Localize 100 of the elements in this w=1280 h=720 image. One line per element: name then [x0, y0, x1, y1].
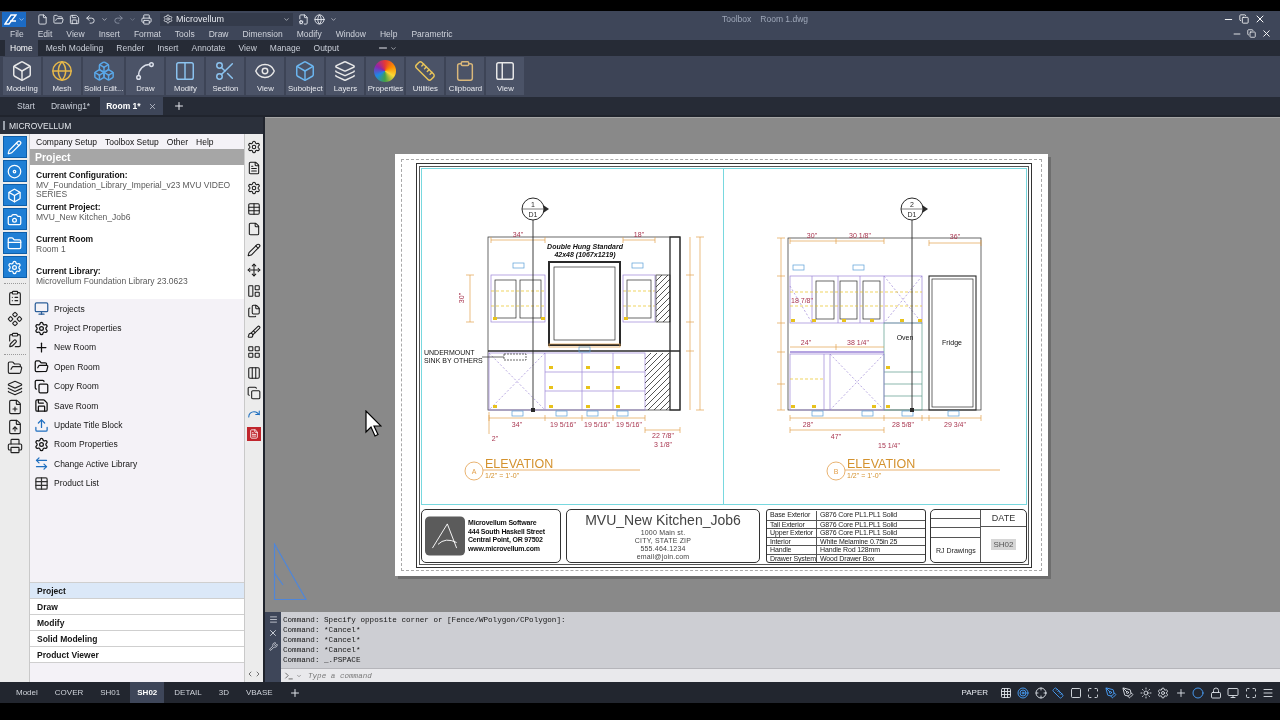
file-settings-icon[interactable]	[298, 13, 309, 25]
printer-icon[interactable]	[6, 438, 23, 454]
menu-item[interactable]: Insert	[98, 28, 120, 39]
caret-icon[interactable]	[101, 15, 108, 23]
menu-item[interactable]: Parametric	[411, 28, 453, 39]
menu-item[interactable]: File	[10, 28, 24, 39]
layout-tab[interactable]: SH02	[130, 682, 165, 703]
menu-item[interactable]: Tools	[174, 28, 195, 39]
ribbon-tab[interactable]: Mesh Modeling	[40, 40, 109, 56]
palette-menu-item[interactable]: Other	[166, 136, 189, 147]
workspace-dropdown[interactable]: Microvellum	[160, 12, 293, 26]
tool-button[interactable]	[2, 232, 27, 254]
ribbon-tab[interactable]: View	[233, 40, 262, 56]
panel-layout-icon[interactable]	[247, 283, 261, 298]
ribbon-tab[interactable]: Home	[5, 40, 38, 56]
palette-action[interactable]: Change Active Library	[30, 454, 244, 474]
lock-icon[interactable]	[1209, 686, 1222, 699]
files-icon[interactable]	[247, 304, 261, 318]
clipboard-pen-icon[interactable]	[6, 332, 23, 348]
undo-icon[interactable]	[85, 13, 96, 25]
new-file-icon[interactable]	[37, 13, 48, 25]
gear-icon[interactable]	[163, 14, 173, 24]
palette-action[interactable]: Product List	[30, 473, 244, 493]
menu-item[interactable]: Window	[335, 28, 366, 39]
printer-icon[interactable]	[141, 13, 152, 25]
file-tab[interactable]: Room 1*	[100, 97, 163, 115]
palette-menu-item[interactable]: Help	[196, 136, 214, 147]
circle-icon[interactable]	[1192, 686, 1204, 699]
palette-action[interactable]: Open Room	[30, 357, 244, 377]
sun-icon[interactable]	[1139, 686, 1152, 699]
ruler-icon[interactable]	[1052, 686, 1064, 699]
app-menu-button[interactable]	[2, 11, 26, 27]
ribbon-tab[interactable]: Render	[111, 40, 150, 56]
accordion-header[interactable]: Product Viewer	[30, 646, 244, 662]
palette-menu-item[interactable]: Company Setup	[36, 136, 97, 147]
palette-action[interactable]: Copy Room	[30, 376, 244, 396]
wrench-icon[interactable]	[268, 642, 278, 651]
settings-icon[interactable]	[247, 140, 261, 154]
file-up-icon[interactable]	[6, 418, 23, 435]
file-tab[interactable]: Drawing1*	[44, 97, 97, 115]
menu-item[interactable]: Edit	[37, 28, 53, 39]
add-layout-icon[interactable]	[288, 686, 301, 699]
close-icon[interactable]	[1261, 28, 1272, 39]
caret-icon[interactable]	[330, 15, 337, 23]
menu-item[interactable]: Draw	[208, 28, 229, 39]
palette-action[interactable]: Room Properties	[30, 434, 244, 455]
ribbon-tab[interactable]: Insert	[152, 40, 184, 56]
file-plus-icon[interactable]	[6, 399, 23, 415]
menu-item[interactable]: Format	[133, 28, 161, 39]
palette-action[interactable]: Save Room	[30, 395, 244, 416]
add-tab-icon[interactable]	[172, 100, 185, 112]
tool-button[interactable]	[2, 160, 27, 182]
ribbon-tab[interactable]: Annotate	[186, 40, 231, 56]
tool-button[interactable]	[2, 136, 27, 158]
accordion-header[interactable]: Project	[30, 582, 244, 598]
menu-icon[interactable]	[268, 615, 278, 624]
menu-item[interactable]: Modify	[296, 28, 322, 39]
palette-action[interactable]: Projects	[30, 299, 244, 319]
caret-icon[interactable]	[390, 44, 398, 52]
layout-tab[interactable]: SH01	[93, 682, 128, 703]
folder-open-icon[interactable]	[53, 13, 64, 25]
tool-button[interactable]	[2, 256, 27, 278]
grid-icon[interactable]	[999, 686, 1012, 699]
menu-item[interactable]: Dimension	[242, 28, 283, 39]
globe-icon[interactable]	[314, 13, 325, 25]
document-tile-icon[interactable]	[247, 427, 261, 441]
layout-tab[interactable]: VBASE	[238, 682, 280, 703]
pencil-icon[interactable]	[247, 242, 261, 257]
target-icon[interactable]	[1017, 686, 1029, 699]
brush-icon[interactable]	[247, 324, 261, 339]
layout-tab[interactable]: COVER	[47, 682, 91, 703]
settings-icon[interactable]	[247, 181, 261, 195]
layout-tab[interactable]: DETAIL	[167, 682, 209, 703]
space-toggle[interactable]: PAPER	[961, 688, 988, 697]
ribbon-tab[interactable]: Manage	[264, 40, 306, 56]
menu-icon[interactable]	[1262, 686, 1274, 699]
layout-tab[interactable]: 3D	[211, 682, 236, 703]
scroll-right-icon[interactable]	[254, 670, 262, 678]
folder-open-icon[interactable]	[6, 360, 23, 376]
palette-action[interactable]: New Room	[30, 337, 244, 358]
file-tab[interactable]: Start	[11, 97, 41, 115]
copy-icon[interactable]	[247, 386, 261, 400]
palette-action[interactable]: Update Title Block	[30, 415, 244, 435]
square-icon[interactable]	[1069, 686, 1082, 699]
restore-icon[interactable]	[1247, 29, 1256, 38]
palette-menu-item[interactable]: Toolbox Setup	[104, 136, 159, 147]
document-icon[interactable]	[247, 160, 261, 175]
accordion-header[interactable]: Draw	[30, 598, 244, 614]
monitor-icon[interactable]	[1227, 686, 1239, 699]
component-icon[interactable]	[6, 311, 23, 327]
palette-action[interactable]: Project Properties	[30, 318, 244, 338]
layout-tab[interactable]: Model	[9, 682, 45, 703]
layers-icon[interactable]	[6, 379, 23, 396]
move-icon[interactable]	[247, 263, 261, 277]
redo-icon[interactable]	[113, 13, 124, 25]
accordion-header[interactable]: Solid Modeling	[30, 630, 244, 646]
pen-icon[interactable]	[1104, 686, 1117, 699]
maximize-icon[interactable]	[1244, 686, 1257, 699]
clipboard-list-icon[interactable]	[6, 290, 23, 306]
table-icon[interactable]	[247, 201, 261, 216]
